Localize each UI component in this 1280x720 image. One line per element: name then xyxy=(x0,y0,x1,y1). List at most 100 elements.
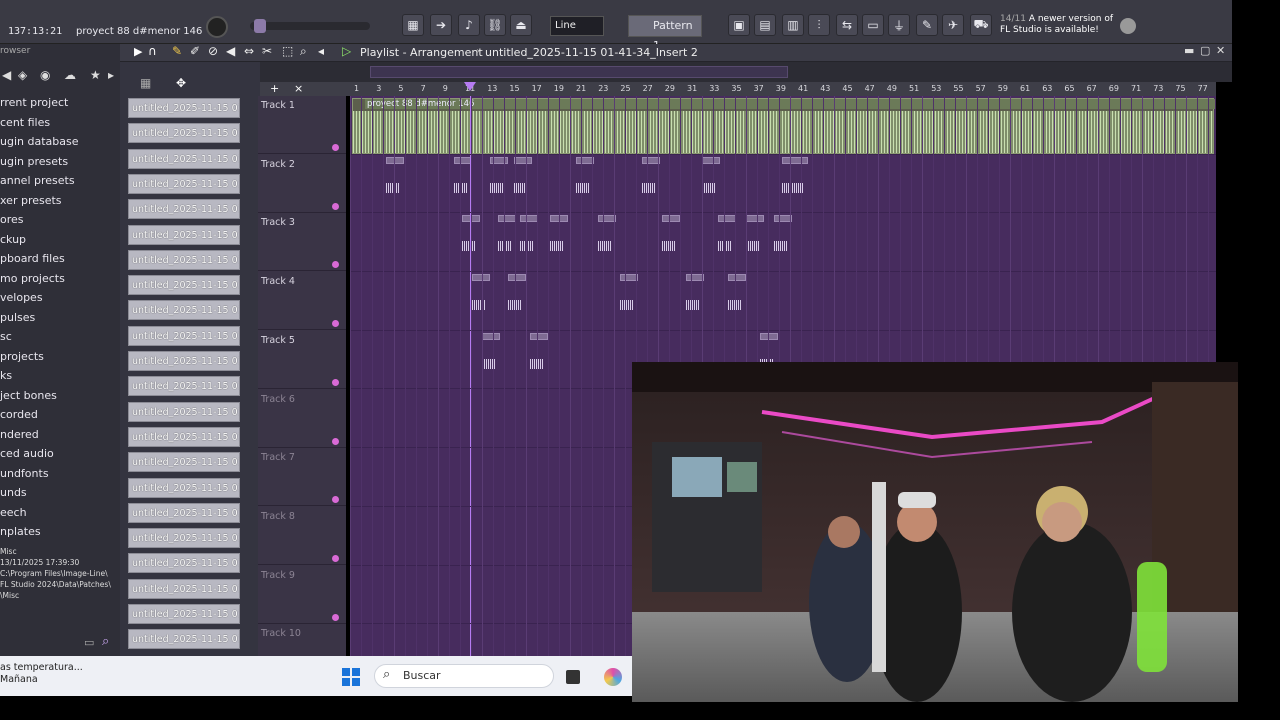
master-volume-knob[interactable] xyxy=(206,16,228,38)
close-icon[interactable]: ✕ xyxy=(1216,44,1225,57)
track-mute-led[interactable] xyxy=(332,613,339,621)
browser-item[interactable]: pboard files xyxy=(0,252,65,265)
browser-item[interactable]: ndered xyxy=(0,428,39,441)
pattern-item[interactable]: untitled_2025-11-15 01-... xyxy=(128,224,240,245)
pattern-item[interactable]: untitled_2025-11-15 01-... xyxy=(128,502,240,523)
pattern-item[interactable]: untitled_2025-11-15 01-... xyxy=(128,325,240,346)
track-mute-led[interactable] xyxy=(332,261,339,269)
track-header[interactable]: Track 4 xyxy=(258,272,346,331)
remove-track-icon[interactable]: × xyxy=(294,82,303,95)
draw-tool-button[interactable]: ♪ xyxy=(458,14,480,36)
pattern-select[interactable]: Pattern 1 xyxy=(628,15,702,52)
playhead-marker[interactable] xyxy=(464,82,476,91)
pattern-item[interactable]: untitled_2025-11-15 01-... xyxy=(128,426,240,447)
playlist-play-icon[interactable]: ▷ xyxy=(342,44,351,58)
track-mute-led[interactable] xyxy=(332,320,339,328)
pattern-item[interactable]: untitled_2025-11-15 01-... xyxy=(128,275,240,296)
plugin-icon[interactable]: ⏚ xyxy=(888,14,910,36)
track-header[interactable]: Track 2 xyxy=(258,155,346,213)
windows-start-icon[interactable] xyxy=(342,668,360,686)
plugins-button[interactable]: ▥ xyxy=(782,14,804,36)
magnet-icon[interactable]: ∩ xyxy=(148,44,157,58)
store-icon[interactable]: ⛟ xyxy=(970,14,992,36)
help-icon[interactable]: ✈ xyxy=(942,14,964,36)
pattern-item[interactable]: untitled_2025-11-15 01-... xyxy=(128,148,240,169)
browser-item[interactable]: unds xyxy=(0,486,27,499)
zoom-icon[interactable]: ⌕ xyxy=(300,44,307,59)
browser-item[interactable]: ugin presets xyxy=(0,155,68,168)
pattern-item[interactable]: untitled_2025-11-15 01-... xyxy=(128,553,240,574)
piano-roll-button[interactable]: ▦ xyxy=(402,14,424,36)
copilot-icon[interactable] xyxy=(604,668,622,686)
master-pitch-slider[interactable] xyxy=(250,19,370,33)
brush-icon[interactable]: ✐ xyxy=(190,44,200,58)
weather-widget[interactable]: as temperatura... Mañana xyxy=(0,662,83,686)
stamp-button[interactable]: ⏏ xyxy=(510,14,532,36)
mute-icon[interactable]: ◀ xyxy=(226,44,235,58)
mixer-view-button[interactable]: ⫶ xyxy=(808,14,830,36)
minimize-icon[interactable]: ▬ xyxy=(1184,44,1194,57)
browser-item[interactable]: nplates xyxy=(0,525,41,538)
link-button[interactable]: ⛓ xyxy=(484,14,506,36)
pattern-item[interactable]: untitled_2025-11-15 01-... xyxy=(128,604,240,624)
track-mute-led[interactable] xyxy=(332,144,339,151)
speaker-icon[interactable]: ◈ xyxy=(18,68,27,82)
project-button[interactable]: ▭ xyxy=(862,14,884,36)
tools-icon[interactable]: ✎ xyxy=(916,14,938,36)
track-header[interactable]: Track 1 xyxy=(258,96,346,154)
browser-item[interactable]: ks xyxy=(0,369,12,382)
search-icon[interactable]: ⌕ xyxy=(102,634,109,649)
channel-rack-button[interactable]: ▤ xyxy=(754,14,776,36)
track-header[interactable]: Track 3 xyxy=(258,213,346,272)
maximize-icon[interactable]: ▢ xyxy=(1200,44,1210,57)
folder-icon[interactable]: ▭ xyxy=(84,636,94,649)
browser-item[interactable]: velopes xyxy=(0,291,43,304)
arrow-left-icon[interactable]: ◀ xyxy=(2,68,11,82)
update-notice[interactable]: 14/11 A newer version of FL Studio is av… xyxy=(1000,14,1116,36)
browser-item[interactable]: ckup xyxy=(0,233,26,246)
pattern-item[interactable]: untitled_2025-11-15 01-... xyxy=(128,98,240,118)
pattern-item[interactable]: untitled_2025-11-15 01-... xyxy=(128,173,240,194)
browser-item[interactable]: corded xyxy=(0,408,38,421)
taskbar-search[interactable]: Buscar xyxy=(374,664,554,688)
track-header[interactable]: Track 9 xyxy=(258,566,346,624)
expand-icon[interactable]: ▸ xyxy=(108,68,114,82)
cloud-icon[interactable]: ☁ xyxy=(64,68,76,82)
browser-item[interactable]: mo projects xyxy=(0,272,65,285)
pattern-item[interactable]: untitled_2025-11-15 01-... xyxy=(128,249,240,270)
pattern-item[interactable]: untitled_2025-11-15 01-... xyxy=(128,528,240,549)
browser-item[interactable]: sc xyxy=(0,330,12,343)
pencil-icon[interactable]: ✎ xyxy=(172,44,182,58)
task-view-icon[interactable] xyxy=(566,670,580,684)
speaker-icon[interactable]: ◂ xyxy=(318,44,324,58)
overview-strip[interactable] xyxy=(260,62,1232,82)
track-header[interactable]: Track 5 xyxy=(258,331,346,389)
routing-button[interactable]: ⇆ xyxy=(836,14,858,36)
add-track-icon[interactable]: + xyxy=(270,82,279,95)
delete-icon[interactable]: ⊘ xyxy=(208,44,218,58)
browser-item[interactable]: pulses xyxy=(0,311,35,324)
arrow-right-icon[interactable]: ▶ xyxy=(134,45,142,58)
track-header[interactable]: Track 7 xyxy=(258,448,346,507)
browser-item[interactable]: ores xyxy=(0,213,24,226)
move-icon[interactable]: ✥ xyxy=(176,76,186,90)
pattern-item[interactable]: untitled_2025-11-15 01-... xyxy=(128,376,240,397)
track-mute-led[interactable] xyxy=(332,437,339,445)
pattern-item[interactable]: untitled_2025-11-15 01-... xyxy=(128,629,240,650)
pattern-item[interactable]: untitled_2025-11-15 01-... xyxy=(128,477,240,498)
browser-item[interactable]: ced audio xyxy=(0,447,54,460)
grid-icon[interactable]: ▦ xyxy=(140,76,151,90)
play-button[interactable]: ➔ xyxy=(430,14,452,36)
settings-icon[interactable] xyxy=(1120,18,1136,34)
browser-item[interactable]: xer presets xyxy=(0,194,62,207)
pattern-item[interactable]: untitled_2025-11-15 01-... xyxy=(128,351,240,371)
browser-item[interactable]: cent files xyxy=(0,116,50,129)
browser-item[interactable]: eech xyxy=(0,506,27,519)
slice-icon[interactable]: ✂ xyxy=(262,44,272,58)
pattern-item[interactable]: untitled_2025-11-15 01-... xyxy=(128,401,240,422)
browser-item[interactable]: rrent project xyxy=(0,96,68,109)
track-header[interactable]: Track 8 xyxy=(258,507,346,565)
snap-select[interactable]: Line xyxy=(550,16,604,36)
slip-icon[interactable]: ⇔ xyxy=(244,44,254,58)
track-mute-led[interactable] xyxy=(332,496,339,504)
